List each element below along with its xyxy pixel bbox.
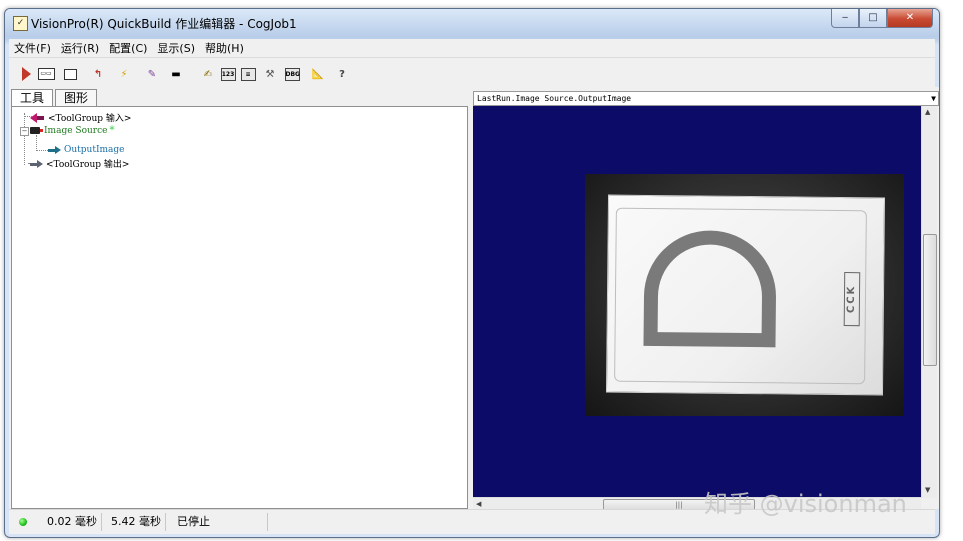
help-icon[interactable]: ? [333,67,351,81]
image-selector-value: LastRun.Image Source.OutputImage [477,94,632,103]
upload-icon[interactable]: ↰ [89,67,107,81]
job-icon: ✓ [13,16,28,31]
scroll-left-icon[interactable]: ◀ [476,500,481,508]
tool-panel: 工具 图形 − <ToolGroup 输入> Image Source * Ou… [9,87,471,509]
minimize-button[interactable]: ‒ [831,9,859,28]
lightning-icon[interactable]: ⚡ [115,67,133,81]
image-display-icon[interactable]: ▭▭ [37,67,55,81]
status-state: 已停止 [173,513,268,531]
run-icon[interactable] [17,67,35,81]
stop-icon[interactable]: ▬ [167,67,185,81]
debug-label: DBG [284,67,300,81]
counter-icon[interactable]: 123 [219,67,237,81]
tree-node-label: Image Source [44,125,108,136]
debug-icon[interactable]: DBG [283,67,301,81]
output-group-icon [30,159,43,168]
watermark: 知乎 @visionman [704,490,907,518]
vertical-scroll-thumb[interactable] [923,234,937,366]
tools-icon[interactable]: ⚒ [261,67,279,81]
status-dot: * [109,125,115,136]
menu-file[interactable]: 文件(F) [9,40,56,56]
collapse-toggle[interactable]: − [20,127,29,136]
ruler-icon[interactable]: 📐 [309,67,327,81]
menu-help[interactable]: 帮助(H) [200,40,249,56]
scroll-down-icon[interactable]: ▼ [925,486,930,494]
camera-image: CCK [585,174,904,416]
vertical-scrollbar[interactable]: ▲ ▼ [921,106,937,498]
tree-node-input[interactable]: <ToolGroup 输入> [30,111,131,124]
close-button[interactable]: ✕ [887,9,933,28]
counter-label: 123 [220,67,236,81]
chevron-down-icon[interactable]: ▼ [931,92,936,105]
camera-icon [30,127,43,134]
menu-run[interactable]: 运行(R) [56,40,104,56]
card-image: CCK [605,194,886,396]
brush-icon[interactable]: ✎ [143,67,161,81]
status-time-1: 0.02 毫秒 [43,513,102,531]
window-title: VisionPro(R) QuickBuild 作业编辑器 - CogJob1 [31,17,297,31]
image-panel: LastRun.Image Source.OutputImage ▼ CCK ▲… [471,87,939,511]
tree-node-label: <ToolGroup 输入> [48,114,132,124]
card-label: CCK [843,272,861,327]
toolbar: ▭▭ ↰ ⚡ ✎ ▬ ✍ 123 ≡ ⚒ DBG 📐 ? [9,57,935,88]
tree-node-label: OutputImage [64,145,125,155]
image-display[interactable]: CCK [473,106,921,498]
tool-icon[interactable] [61,67,79,81]
tool-tree: − <ToolGroup 输入> Image Source * OutputIm… [11,106,468,509]
edit-icon[interactable]: ✍ [199,67,217,81]
tree-node-output[interactable]: <ToolGroup 输出> [30,157,129,170]
menu-bar: 文件(F) 运行(R) 配置(C) 显示(S) 帮助(H) [9,39,935,57]
menu-view[interactable]: 显示(S) [152,40,200,56]
report-icon[interactable]: ≡ [239,67,257,81]
status-led-icon [19,518,27,526]
tab-tools[interactable]: 工具 [11,89,54,107]
maximize-button[interactable]: □ [859,9,887,28]
status-time-2: 5.42 毫秒 [107,513,166,531]
input-arrow-icon [30,112,44,123]
title-bar[interactable]: ✓ VisionPro(R) QuickBuild 作业编辑器 - CogJob… [5,9,939,37]
menu-configure[interactable]: 配置(C) [104,40,152,56]
tree-node-output-image[interactable]: OutputImage [48,145,125,155]
tree-node-label: <ToolGroup 输出> [46,160,130,170]
image-selector[interactable]: LastRun.Image Source.OutputImage ▼ [473,91,939,106]
tab-graphics[interactable]: 图形 [55,89,98,106]
tree-node-image-source[interactable]: Image Source * [30,125,114,136]
application-window: ✓ VisionPro(R) QuickBuild 作业编辑器 - CogJob… [4,8,940,538]
d-shape-graphic [643,230,776,348]
output-arrow-icon [48,146,61,154]
scroll-up-icon[interactable]: ▲ [925,108,930,116]
